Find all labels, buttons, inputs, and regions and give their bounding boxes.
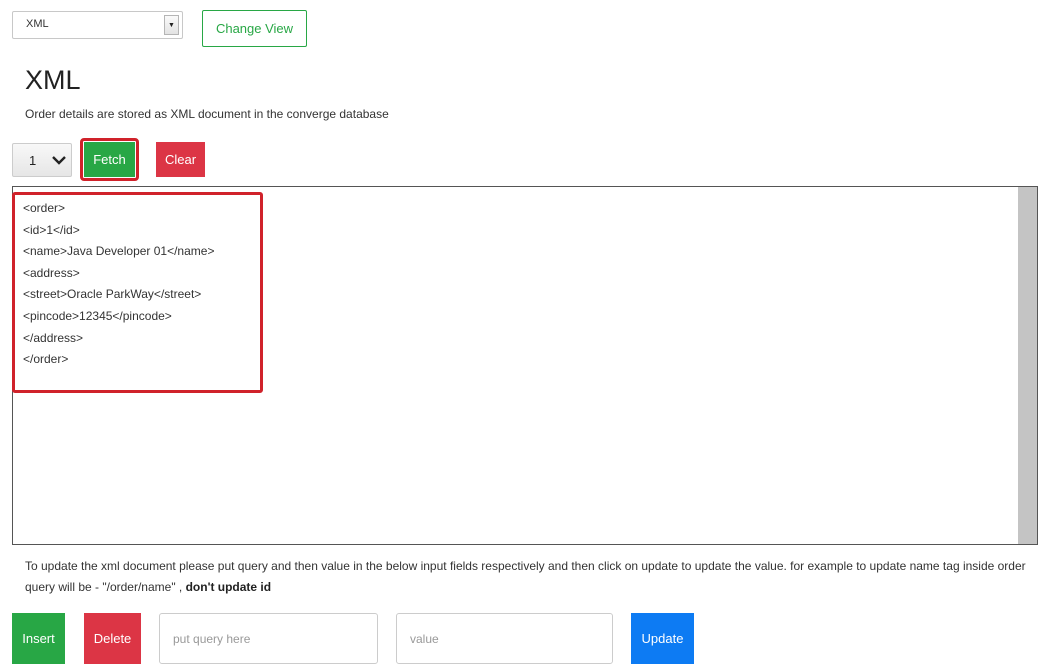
chevron-down-icon <box>51 153 67 170</box>
query-input[interactable] <box>159 613 378 664</box>
change-view-button[interactable]: Change View <box>202 10 307 47</box>
instructions-warning: don't update id <box>185 580 272 594</box>
dropdown-arrow-icon[interactable]: ▼ <box>164 15 179 35</box>
order-id-value: 1 <box>29 153 37 168</box>
instructions-text: To update the xml document please put qu… <box>25 559 1026 594</box>
content-highlight-box <box>12 192 263 393</box>
dropdown-arrow-glyph: ▼ <box>168 21 175 29</box>
update-button[interactable]: Update <box>631 613 694 664</box>
page-title: XML <box>25 65 81 95</box>
view-select-value: XML <box>26 18 49 30</box>
scrollbar[interactable] <box>1018 187 1037 544</box>
value-input[interactable] <box>396 613 613 664</box>
order-id-select[interactable]: 1 <box>12 143 72 177</box>
delete-button[interactable]: Delete <box>84 613 141 664</box>
view-select[interactable]: XML ▼ <box>12 11 183 39</box>
clear-button[interactable]: Clear <box>156 142 205 177</box>
fetch-highlight-box <box>80 138 139 181</box>
update-instructions: To update the xml document please put qu… <box>25 556 1035 598</box>
insert-button[interactable]: Insert <box>12 613 65 664</box>
page-subtitle: Order details are stored as XML document… <box>25 107 389 121</box>
